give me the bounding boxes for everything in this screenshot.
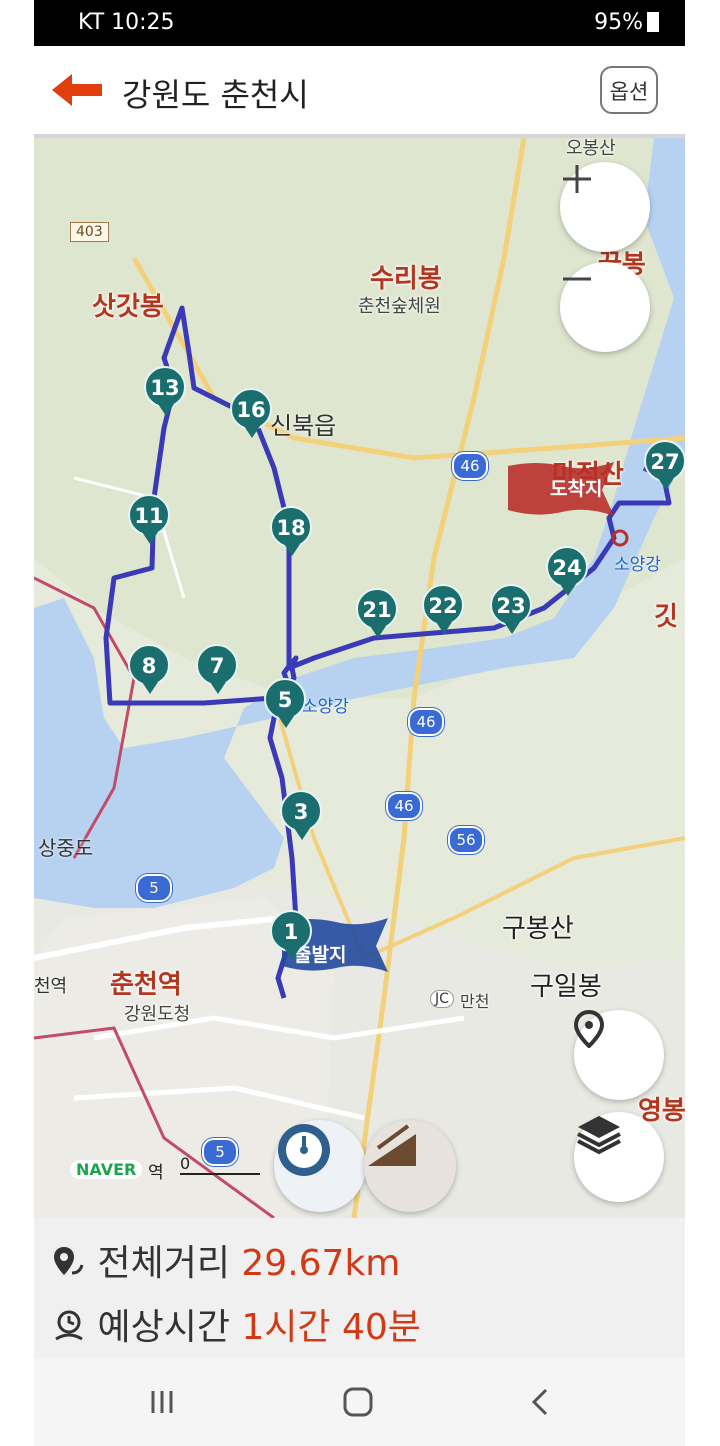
label-manchun: 만천 bbox=[460, 992, 490, 1011]
label-station-prefix: 천역 bbox=[34, 976, 68, 997]
waypoint-pin[interactable]: 16 bbox=[230, 388, 274, 444]
road-5-shield: 5 bbox=[136, 874, 172, 902]
road-46-shield: 46 bbox=[408, 708, 444, 736]
back-arrow-icon[interactable] bbox=[48, 68, 106, 112]
road-46-shield: 46 bbox=[386, 792, 422, 820]
route-map[interactable]: 403 46 46 46 5 5 56 5 오봉산 삿갓봉 수리봉 춘천숲체원 … bbox=[34, 138, 685, 1218]
distance-pin-icon bbox=[54, 1247, 84, 1275]
waypoint-pin[interactable]: 11 bbox=[128, 494, 172, 550]
page-title: 강원도 춘천시 bbox=[122, 76, 309, 114]
system-nav-bar bbox=[34, 1358, 685, 1446]
slope-icon bbox=[368, 1124, 416, 1166]
road-46-shield: 46 bbox=[452, 452, 488, 480]
speed-button[interactable] bbox=[274, 1120, 366, 1212]
speedometer-icon bbox=[278, 1124, 330, 1176]
end-flag-label: 도착지 bbox=[550, 478, 603, 500]
label-soyang-river: 소양강 bbox=[302, 697, 349, 717]
clock-route-icon bbox=[55, 1310, 83, 1341]
battery-icon bbox=[647, 12, 659, 32]
distance-value: 29.67km bbox=[241, 1243, 401, 1284]
label-yeok: 역 bbox=[148, 1163, 164, 1183]
label-satgatbong: 삿갓봉 bbox=[92, 292, 164, 322]
waypoint-pin[interactable]: 7 bbox=[196, 644, 240, 700]
waypoint-pin[interactable]: 8 bbox=[128, 644, 172, 700]
label-sangjungdo: 상중도 bbox=[38, 836, 94, 860]
end-marker-icon bbox=[611, 529, 629, 547]
app-screen: KT 10:25 95% 강원도 춘천시 옵션 403 46 46 46 5 5… bbox=[34, 0, 685, 1446]
waypoint-pin[interactable]: 18 bbox=[270, 506, 314, 562]
map-scale-bar: 0 bbox=[180, 1154, 260, 1175]
time-value: 1시간 40분 bbox=[241, 1307, 421, 1348]
time-label: 예상시간 bbox=[97, 1307, 230, 1348]
label-gangwon-office: 강원도청 bbox=[124, 1004, 191, 1025]
label-gubongsan: 구봉산 bbox=[502, 914, 574, 944]
distance-row: 전체거리 29.67km bbox=[52, 1234, 400, 1286]
layers-icon bbox=[577, 1116, 621, 1155]
label-odongsan: 오봉산 bbox=[566, 138, 616, 159]
label-chuncheon-station: 춘천역 bbox=[110, 970, 182, 1000]
label-suribong: 수리봉 bbox=[370, 264, 442, 294]
waypoint-pin[interactable]: 21 bbox=[356, 588, 400, 644]
location-pin-icon bbox=[574, 1010, 604, 1048]
status-battery: 95% bbox=[594, 10, 659, 35]
map-layers-button[interactable] bbox=[574, 1112, 664, 1202]
recent-apps-button[interactable] bbox=[132, 1376, 192, 1428]
home-icon bbox=[343, 1387, 373, 1417]
label-jc: JC bbox=[430, 990, 454, 1008]
plus-icon bbox=[563, 165, 591, 193]
minus-icon bbox=[563, 277, 591, 281]
waypoint-pin[interactable]: 22 bbox=[422, 584, 466, 640]
option-button[interactable]: 옵션 bbox=[600, 66, 658, 114]
waypoint-pin[interactable]: 13 bbox=[144, 366, 188, 422]
waypoint-pin[interactable]: 3 bbox=[280, 790, 324, 846]
waypoint-pin[interactable]: 23 bbox=[490, 584, 534, 640]
recent-apps-icon bbox=[151, 1391, 173, 1413]
naver-logo: NAVER bbox=[70, 1160, 143, 1179]
road-56-shield: 56 bbox=[448, 826, 484, 854]
waypoint-pin[interactable]: 5 bbox=[264, 678, 308, 734]
chevron-left-icon bbox=[531, 1388, 548, 1416]
label-forest: 춘천숲체원 bbox=[358, 296, 441, 317]
my-location-button[interactable] bbox=[574, 1010, 664, 1100]
zoom-out-button[interactable] bbox=[560, 262, 650, 352]
status-carrier-time: KT 10:25 bbox=[78, 10, 175, 35]
back-button[interactable] bbox=[510, 1376, 570, 1428]
waypoint-pin[interactable]: 24 bbox=[546, 546, 590, 602]
label-git: 깃 bbox=[654, 602, 678, 632]
distance-label: 전체거리 bbox=[97, 1243, 230, 1284]
label-guilbong: 구일봉 bbox=[530, 972, 602, 1002]
waypoint-pin[interactable]: 27 bbox=[644, 440, 685, 496]
header: 강원도 춘천시 옵션 bbox=[34, 46, 685, 138]
time-row: 예상시간 1시간 40분 bbox=[52, 1298, 421, 1350]
slope-button[interactable] bbox=[364, 1120, 456, 1212]
status-bar: KT 10:25 95% bbox=[34, 0, 685, 46]
waypoint-pin[interactable]: 1 bbox=[270, 910, 314, 966]
road-403-shield: 403 bbox=[70, 222, 109, 242]
label-sinbuk: 신북읍 bbox=[270, 412, 337, 440]
home-button[interactable] bbox=[328, 1376, 388, 1428]
route-summary: 전체거리 29.67km 예상시간 1시간 40분 bbox=[34, 1218, 685, 1358]
zoom-in-button[interactable] bbox=[560, 162, 650, 252]
